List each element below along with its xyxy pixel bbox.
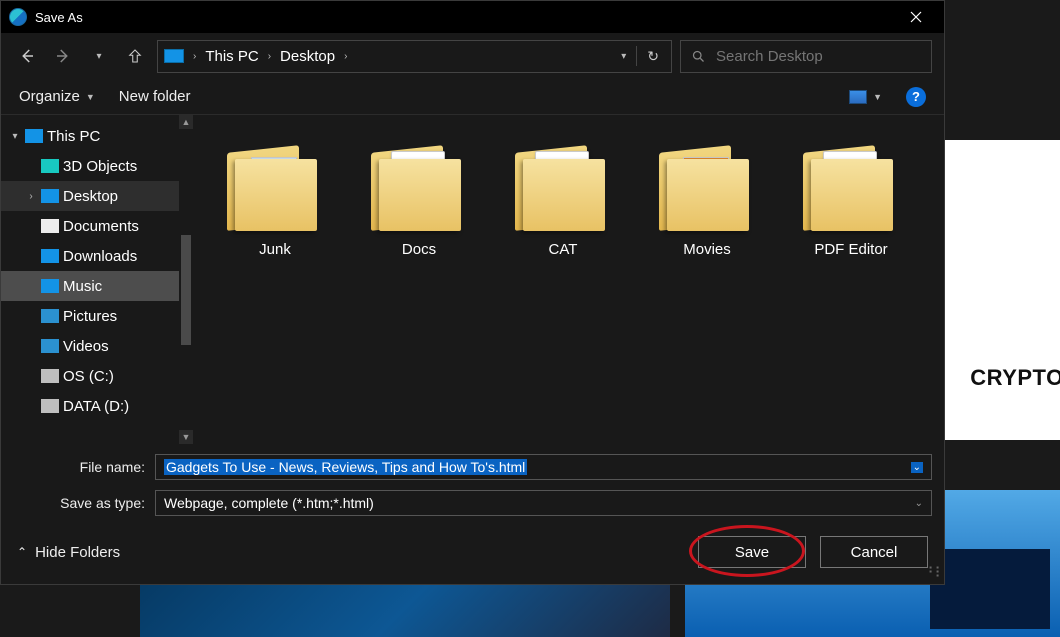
folder-pdf-editor[interactable]: PDF Editor [781, 135, 921, 258]
toolbar: Organize▼ New folder ▼ ? [1, 79, 944, 115]
tree-label: DATA (D:) [63, 398, 129, 415]
file-list[interactable]: Junk PDF Docs PDF CAT Movies PDF Editor [193, 115, 944, 444]
chevron-down-icon[interactable]: ⌄ [911, 462, 923, 473]
folder-movies[interactable]: Movies [637, 135, 777, 258]
background-thumbnail-left [140, 580, 670, 637]
drive-icon [41, 369, 59, 383]
chevron-right-icon[interactable]: › [25, 191, 37, 202]
tree-label: Documents [63, 218, 139, 235]
item-label: Junk [259, 241, 291, 258]
hide-folders-label: Hide Folders [35, 544, 120, 561]
desktop-icon [41, 189, 59, 203]
back-button[interactable] [13, 42, 41, 70]
tree-label: Videos [63, 338, 109, 355]
tree-item-os-c[interactable]: OS (C:) [1, 361, 193, 391]
view-icon [849, 90, 867, 104]
search-box[interactable] [680, 40, 932, 73]
savetype-label: Save as type: [13, 495, 145, 511]
help-button[interactable]: ? [906, 87, 926, 107]
folder-junk[interactable]: Junk [205, 135, 345, 258]
scroll-up-button[interactable]: ▲ [179, 115, 193, 129]
address-bar[interactable]: › This PC › Desktop › ▾ ↻ [157, 40, 672, 73]
pictures-icon [41, 309, 59, 323]
tree-item-pictures[interactable]: Pictures [1, 301, 193, 331]
close-button[interactable] [896, 1, 936, 33]
tree-label: Music [63, 278, 102, 295]
main-area: ▾ This PC 3D Objects › Desktop Documents [1, 115, 944, 444]
tree-label: 3D Objects [63, 158, 137, 175]
forward-button[interactable] [49, 42, 77, 70]
nav-row: ▾ › This PC › Desktop › ▾ ↻ [1, 33, 944, 79]
chevron-down-icon: ⌃ [17, 545, 27, 559]
address-dropdown[interactable]: ▾ [615, 51, 632, 62]
pc-icon [164, 49, 184, 63]
tree-item-music[interactable]: Music [1, 271, 193, 301]
filename-value: Gadgets To Use - News, Reviews, Tips and… [164, 459, 527, 475]
folder-docs[interactable]: PDF Docs [349, 135, 489, 258]
tree-label: Desktop [63, 188, 118, 205]
footer: ⌃ Hide Folders Save Cancel [1, 524, 944, 584]
search-input[interactable] [716, 48, 921, 65]
drive-icon [41, 399, 59, 413]
cancel-button[interactable]: Cancel [820, 536, 928, 568]
organize-menu[interactable]: Organize▼ [19, 88, 95, 105]
save-as-dialog: Save As ▾ › This PC › Desktop › ▾ ↻ Or [0, 0, 945, 585]
tree-item-videos[interactable]: Videos [1, 331, 193, 361]
chevron-down-icon[interactable]: ▾ [9, 131, 21, 142]
tree-item-data-d[interactable]: DATA (D:) [1, 391, 193, 421]
savetype-value: Webpage, complete (*.htm;*.html) [164, 495, 374, 511]
videos-icon [41, 339, 59, 353]
search-icon [691, 49, 706, 64]
tree-scrollbar[interactable]: ▲ ▼ [179, 115, 193, 444]
item-label: Movies [683, 241, 731, 258]
dialog-title: Save As [35, 10, 83, 25]
item-label: CAT [549, 241, 578, 258]
save-button[interactable]: Save [698, 536, 806, 568]
cube-icon [41, 159, 59, 173]
music-icon [41, 279, 59, 293]
document-icon [41, 219, 59, 233]
download-icon [41, 249, 59, 263]
recent-dropdown[interactable]: ▾ [85, 42, 113, 70]
tree-item-documents[interactable]: Documents [1, 211, 193, 241]
tree-label: This PC [47, 128, 100, 145]
nav-tree[interactable]: ▾ This PC 3D Objects › Desktop Documents [1, 115, 193, 444]
up-button[interactable] [121, 42, 149, 70]
chevron-down-icon[interactable]: ⌄ [915, 498, 923, 509]
resize-grip[interactable]: ▪ ▪▪ ▪ ▪ [926, 566, 940, 580]
item-label: Docs [402, 241, 436, 258]
filename-input[interactable]: Gadgets To Use - News, Reviews, Tips and… [155, 454, 932, 480]
refresh-button[interactable]: ↻ [641, 48, 665, 65]
scroll-down-button[interactable]: ▼ [179, 430, 193, 444]
tree-item-downloads[interactable]: Downloads [1, 241, 193, 271]
tree-label: Downloads [63, 248, 137, 265]
chevron-right-icon: › [265, 51, 274, 62]
pc-icon [25, 129, 43, 143]
tree-label: OS (C:) [63, 368, 114, 385]
folder-cat[interactable]: PDF CAT [493, 135, 633, 258]
tree-item-3d-objects[interactable]: 3D Objects [1, 151, 193, 181]
savetype-select[interactable]: Webpage, complete (*.htm;*.html) ⌄ [155, 490, 932, 516]
chevron-right-icon: › [341, 51, 350, 62]
scroll-thumb[interactable] [181, 235, 191, 345]
titlebar: Save As [1, 1, 944, 33]
hide-folders-button[interactable]: ⌃ Hide Folders [17, 544, 120, 561]
chevron-right-icon: › [190, 51, 199, 62]
filename-label: File name: [13, 459, 145, 475]
new-folder-button[interactable]: New folder [119, 88, 191, 105]
tree-label: Pictures [63, 308, 117, 325]
breadcrumb-location[interactable]: Desktop [274, 48, 341, 65]
fields-area: File name: Gadgets To Use - News, Review… [1, 444, 944, 524]
item-label: PDF Editor [814, 241, 887, 258]
tree-item-desktop[interactable]: › Desktop [1, 181, 193, 211]
tree-item-this-pc[interactable]: ▾ This PC [1, 121, 193, 151]
edge-icon [9, 8, 27, 26]
view-menu[interactable]: ▼ [849, 90, 882, 104]
breadcrumb-root[interactable]: This PC [199, 48, 264, 65]
